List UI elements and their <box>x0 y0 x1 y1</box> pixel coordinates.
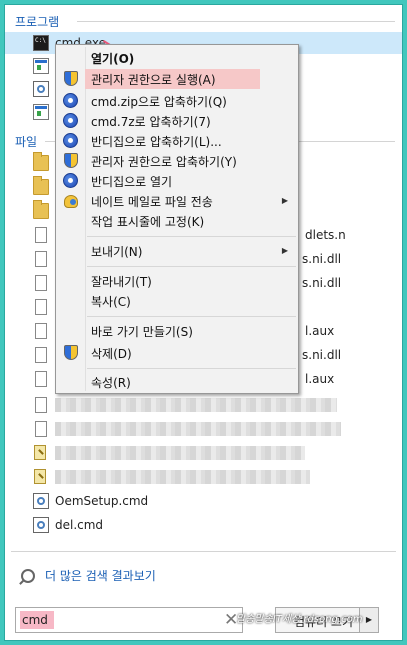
menu-item-label: 바로 가기 만들기(S) <box>91 324 193 339</box>
menu-item-copy[interactable]: 복사(C) <box>58 291 296 311</box>
uac-shield-icon <box>63 345 78 360</box>
menu-item-open[interactable]: 열기(O) <box>58 48 296 68</box>
file-item[interactable] <box>5 442 402 464</box>
key-icon <box>33 469 49 485</box>
key-icon <box>33 445 49 461</box>
document-icon <box>35 227 47 243</box>
menu-item-bandizip-open[interactable]: 반디집으로 열기 <box>58 171 296 191</box>
file-name-fragment: l.aux <box>305 324 335 338</box>
window-icon <box>33 104 49 120</box>
document-icon <box>35 251 47 267</box>
file-item-del[interactable]: del.cmd <box>5 514 402 536</box>
menu-item-label: 보내기(N) <box>91 244 143 259</box>
document-icon <box>35 397 47 413</box>
cmd-icon <box>33 35 49 51</box>
setup-icon <box>33 493 49 509</box>
bandizip-icon <box>63 93 78 108</box>
file-item[interactable] <box>5 466 402 488</box>
redacted-text <box>55 446 305 460</box>
menu-separator <box>87 236 296 237</box>
menu-item-label: cmd.7z로 압축하기(7) <box>91 114 211 129</box>
divider <box>11 551 396 552</box>
submenu-arrow-icon: ▶ <box>281 196 288 205</box>
menu-item-properties[interactable]: 속성(R) <box>58 372 296 392</box>
menu-item-cut[interactable]: 잘라내기(T) <box>58 271 296 291</box>
section-header-files: 파일 <box>15 135 38 149</box>
menu-item-bandizip-compress[interactable]: 반디집으로 압축하기(L)... <box>58 131 296 151</box>
window-icon <box>33 58 49 74</box>
section-divider <box>77 21 395 22</box>
more-results-link[interactable]: 더 많은 검색 결과보기 <box>21 567 156 584</box>
menu-item-admin-compress[interactable]: 관리자 권한으로 압축하기(Y) <box>58 151 296 171</box>
file-name-fragment: s.ni.dll <box>302 252 342 266</box>
file-name-fragment: dlets.n <box>305 228 346 242</box>
menu-item-icon-slot <box>58 69 86 89</box>
file-item-oemsetup[interactable]: OemSetup.cmd <box>5 490 402 512</box>
menu-item-label: 네이트 메일로 파일 전송 <box>91 194 213 209</box>
document-icon <box>35 421 47 437</box>
menu-separator <box>87 316 296 317</box>
menu-item-label: cmd.zip으로 압축하기(Q) <box>91 94 227 109</box>
search-box[interactable]: ✕ <box>15 607 243 633</box>
menu-item-label: 작업 표시줄에 고정(K) <box>91 214 205 229</box>
uac-shield-icon <box>63 71 78 86</box>
document-icon <box>35 347 47 363</box>
redacted-text <box>55 398 337 412</box>
redacted-text <box>55 470 310 484</box>
folder-icon <box>33 152 49 171</box>
menu-item-label: 반디집으로 열기 <box>91 174 173 189</box>
menu-item-run-as-admin[interactable]: 관리자 권한으로 실행(A) <box>85 69 260 89</box>
file-item[interactable] <box>5 394 402 416</box>
folder-icon <box>33 200 49 219</box>
bandizip-icon <box>63 133 78 148</box>
file-name-fragment: l.aux <box>305 372 335 386</box>
menu-item-label: 반디집으로 압축하기(L)... <box>91 134 222 149</box>
uac-shield-icon <box>63 153 78 168</box>
watermark: 말송말송IT세상 rdsong.com <box>236 614 363 625</box>
setup-icon <box>33 517 49 533</box>
menu-separator <box>87 266 296 267</box>
file-label: OemSetup.cmd <box>55 494 149 508</box>
file-name-fragment: s.ni.dll <box>302 276 342 290</box>
menu-item-zip[interactable]: cmd.zip으로 압축하기(Q) <box>58 91 296 111</box>
menu-item-label: 관리자 권한으로 압축하기(Y) <box>91 154 237 169</box>
menu-item-label: 열기(O) <box>91 51 135 66</box>
menu-item-label: 삭제(D) <box>91 346 132 361</box>
context-menu: 열기(O) 관리자 권한으로 실행(A) cmd.zip으로 압축하기(Q) c… <box>55 44 299 394</box>
menu-item-send-to[interactable]: 보내기(N) ▶ <box>58 241 296 261</box>
folder-icon <box>33 176 49 195</box>
more-results-label: 더 많은 검색 결과보기 <box>45 569 156 583</box>
document-icon <box>35 299 47 315</box>
file-item[interactable] <box>5 418 402 440</box>
document-icon <box>35 371 47 387</box>
menu-item-create-shortcut[interactable]: 바로 가기 만들기(S) <box>58 321 296 341</box>
menu-item-delete[interactable]: 삭제(D) <box>58 343 296 363</box>
menu-item-label: 복사(C) <box>91 294 131 309</box>
menu-item-label: 속성(R) <box>91 375 131 390</box>
settings-icon <box>33 81 49 97</box>
document-icon <box>35 323 47 339</box>
bandizip-icon <box>63 113 78 128</box>
menu-item-label: 관리자 권한으로 실행(A) <box>91 72 216 87</box>
submenu-arrow-icon: ▶ <box>281 246 288 255</box>
redacted-text <box>55 422 341 436</box>
menu-separator <box>87 368 296 369</box>
menu-item-pin-taskbar[interactable]: 작업 표시줄에 고정(K) <box>58 211 296 231</box>
menu-item-label: 잘라내기(T) <box>91 274 152 289</box>
document-icon <box>35 275 47 291</box>
nate-icon <box>63 193 78 208</box>
menu-item-nate-mail[interactable]: 네이트 메일로 파일 전송 ▶ <box>58 191 296 211</box>
file-label: del.cmd <box>55 518 104 532</box>
search-input[interactable] <box>20 611 54 629</box>
section-header-programs: 프로그램 <box>15 15 60 29</box>
menu-item-7z[interactable]: cmd.7z로 압축하기(7) <box>58 111 296 131</box>
bandizip-icon <box>63 173 78 188</box>
search-icon <box>21 568 35 583</box>
file-name-fragment: s.ni.dll <box>302 348 342 362</box>
